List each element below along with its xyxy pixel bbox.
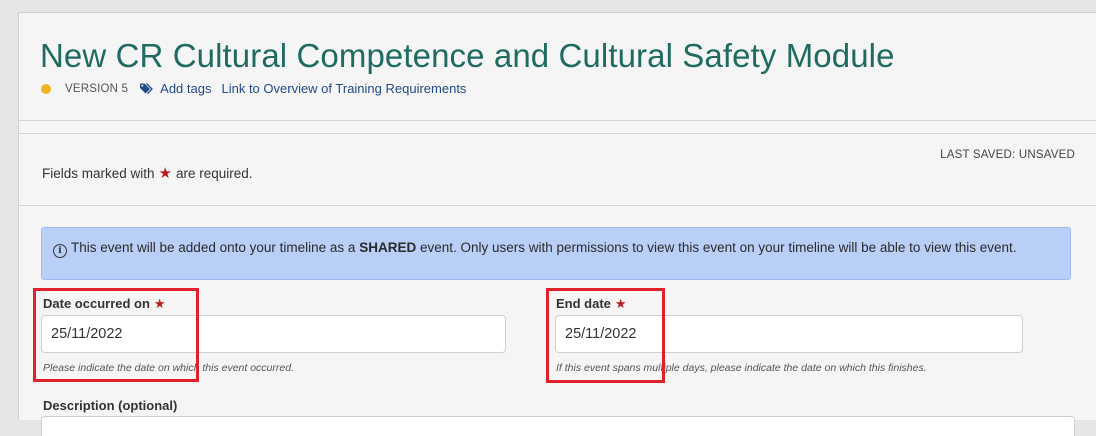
last-saved-status: LAST SAVED: UNSAVED — [940, 149, 1075, 161]
description-label: Description (optional) — [43, 398, 178, 413]
status-dot-icon — [41, 83, 51, 94]
info-text-emphasis: SHARED — [359, 240, 417, 255]
meta-row: VERSION 5 Add tags Link to Overview of T… — [41, 81, 466, 96]
required-fields-note: Fields marked with ★ are required. — [42, 164, 253, 182]
required-note-prefix: Fields marked with — [42, 166, 155, 181]
shared-event-info-banner: i This event will be added onto your time… — [41, 227, 1071, 280]
divider — [19, 133, 1096, 134]
training-requirements-link[interactable]: Link to Overview of Training Requirement… — [221, 81, 466, 96]
version-label: VERSION 5 — [65, 82, 129, 95]
highlight-box — [33, 288, 199, 382]
highlight-box — [546, 288, 665, 383]
required-note-suffix: are required. — [176, 166, 253, 181]
info-text-after: event. Only users with permissions to vi… — [419, 240, 1017, 255]
required-star-icon: ★ — [158, 165, 172, 182]
description-textarea[interactable] — [41, 416, 1075, 436]
tag-icon[interactable] — [140, 82, 155, 95]
info-icon: i — [53, 244, 67, 258]
page-title: New CR Cultural Competence and Cultural … — [40, 37, 895, 74]
divider — [19, 205, 1096, 206]
training-event-card: New CR Cultural Competence and Cultural … — [18, 12, 1096, 436]
info-text-before: This event will be added onto your timel… — [71, 240, 356, 255]
divider — [19, 120, 1096, 121]
add-tags-link[interactable]: Add tags — [160, 81, 211, 96]
